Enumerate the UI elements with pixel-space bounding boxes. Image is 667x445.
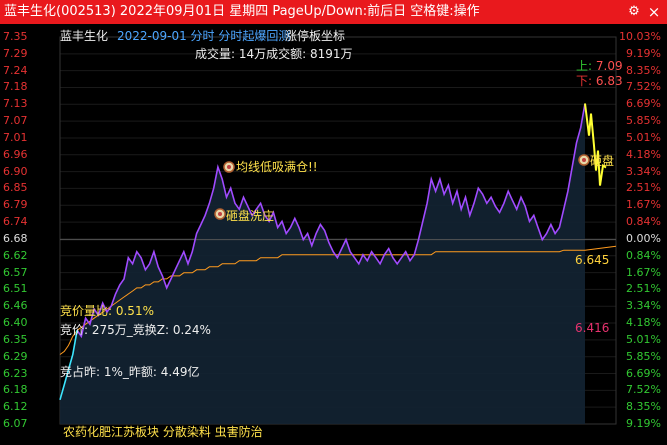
signal-buy-text: 均线低吸满仓!!: [236, 160, 318, 174]
price-tick-label: 6.90: [3, 164, 28, 178]
price-tick-label: 7.29: [3, 46, 28, 60]
price-tick-label: 6.62: [3, 248, 28, 262]
price-tick-label: 6.29: [3, 349, 28, 363]
percent-tick-label: 9.19%: [626, 417, 661, 430]
percent-tick-label: 5.85%: [626, 349, 661, 363]
price-tick-label: 6.23: [3, 366, 28, 380]
auction-ratio: 竞价量比: 0.51%: [60, 304, 154, 318]
percent-tick-label: 7.52%: [626, 80, 661, 94]
percent-tick-label: 0.84%: [626, 215, 661, 229]
window-title: 蓝丰生化(002513) 2022年09月01日 星期四 PageUp/Down…: [4, 4, 480, 19]
price-tick-label: 6.18: [3, 383, 28, 397]
price-tick-label: 6.74: [3, 215, 28, 229]
price-tick-label: 6.46: [3, 299, 28, 313]
price-tick-label: 6.57: [3, 265, 28, 279]
percent-tick-label: 5.01%: [626, 332, 661, 346]
signal-icon-dot: [218, 212, 222, 216]
upper-marker-label: 上:: [576, 59, 593, 73]
percent-tick-label: 9.19%: [626, 46, 661, 60]
percent-tick-label: 7.52%: [626, 383, 661, 397]
lower-marker-label: 下:: [576, 74, 593, 88]
price-tick-label: 6.07: [3, 417, 28, 430]
percent-tick-label: 1.67%: [626, 265, 661, 279]
percent-tick-label: 1.67%: [626, 198, 661, 212]
close-icon[interactable]: ×: [645, 3, 663, 21]
price-tick-label: 7.13: [3, 97, 28, 111]
percent-tick-label: 4.18%: [626, 316, 661, 330]
date-mode-info[interactable]: 2022-09-01 分时 分时起爆回测: [117, 27, 290, 44]
percent-tick-label: 5.85%: [626, 114, 661, 128]
price-tick-label: 7.18: [3, 80, 28, 94]
percent-tick-label: 3.34%: [626, 299, 661, 313]
intraday-chart[interactable]: 7.35 7.29 7.24 7.18 7.13 7.07 7.01 6.96 6.90 6.85…: [0, 24, 667, 445]
percent-tick-label: 3.34%: [626, 164, 661, 178]
percent-tick-label: 0.00%: [626, 231, 661, 245]
price-tick-label: 7.01: [3, 130, 28, 144]
price-tick-label: 7.35: [3, 30, 28, 43]
price-tick-label: 7.24: [3, 63, 28, 77]
percent-tick-label: 0.84%: [626, 248, 661, 262]
lower-marker-value: 6.83: [595, 74, 623, 88]
sector-tags[interactable]: 农药化肥江苏板块 分散染料 虫害防治: [63, 423, 263, 440]
signal-dump-text-2: 砸盘: [590, 154, 615, 168]
avg-price-readout: 6.645: [575, 253, 610, 267]
lower-marker: 下: 6.83: [576, 72, 623, 89]
stock-name: 蓝丰生化: [60, 29, 109, 43]
percent-tick-label: 10.03%: [619, 30, 661, 43]
end-segment-line: [584, 103, 607, 186]
percent-tick-label: 4.18%: [626, 147, 661, 161]
signal-icon-dot: [582, 158, 586, 162]
limit-coordinate-label[interactable]: 涨停板坐标: [285, 27, 345, 44]
price-tick-label: 6.40: [3, 316, 28, 330]
upper-marker-value: 7.09: [595, 59, 623, 73]
price-tick-label: 7.07: [3, 114, 28, 128]
price-tick-label: 6.85: [3, 181, 28, 195]
auction-share: 竞占昨: 1%_昨额: 4.49亿: [60, 365, 200, 379]
chart-canvas: [59, 36, 617, 425]
signal-icon-dot: [227, 165, 231, 169]
gear-icon[interactable]: ⚙: [625, 3, 643, 21]
percent-tick-label: 6.69%: [626, 366, 661, 380]
price-tick-label: 6.96: [3, 147, 28, 161]
auction-amount: 竞价: 275万_竞换Z: 0.24%: [60, 323, 211, 337]
percent-tick-label: 8.35%: [626, 400, 661, 414]
price-tick-label: 6.12: [3, 400, 28, 414]
percent-tick-label: 5.01%: [626, 130, 661, 144]
price-tick-label: 6.68: [3, 231, 28, 245]
price-tick-label: 6.79: [3, 198, 28, 212]
signal-dump-text: 砸盘洗庄: [226, 209, 275, 223]
price-tick-label: 6.35: [3, 332, 28, 346]
volume-readout: 成交量: 14万成交额: 8191万: [195, 47, 353, 61]
percent-tick-label: 2.51%: [626, 282, 661, 296]
title-bar: 蓝丰生化(002513) 2022年09月01日 星期四 PageUp/Down…: [0, 0, 667, 24]
percent-tick-label: 8.35%: [626, 63, 661, 77]
percent-tick-label: 2.51%: [626, 181, 661, 195]
low-price-readout: 6.416: [575, 321, 610, 335]
price-tick-label: 6.51: [3, 282, 28, 296]
percent-tick-label: 6.69%: [626, 97, 661, 111]
